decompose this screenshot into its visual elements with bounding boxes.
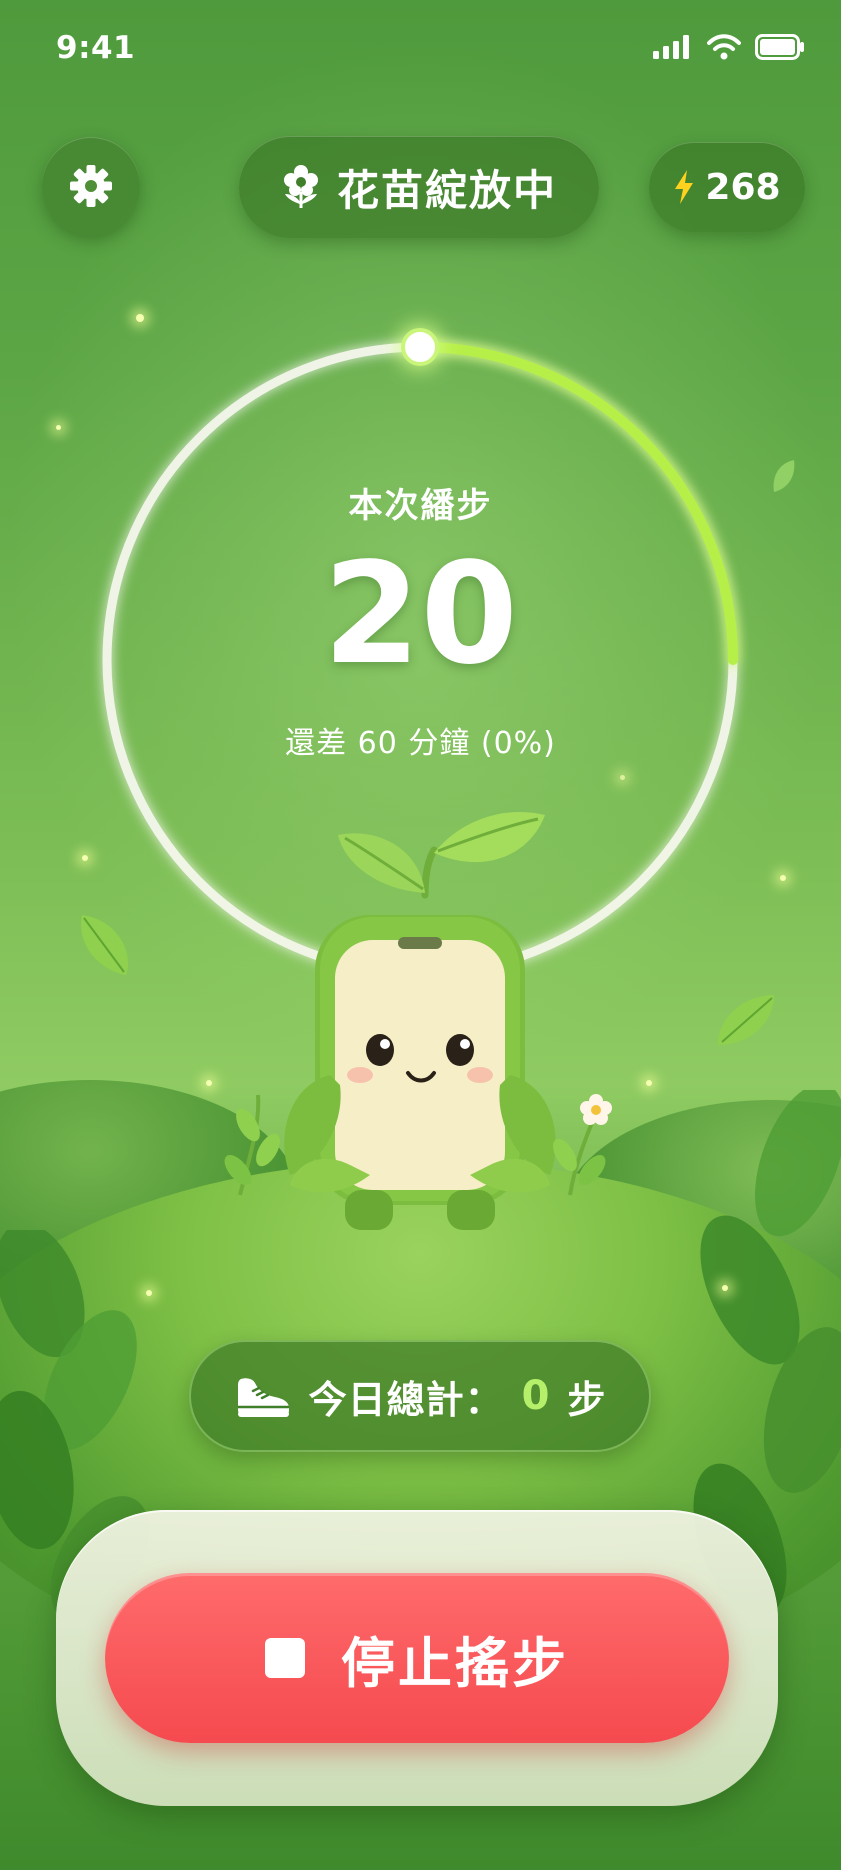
sparkle xyxy=(146,1290,152,1296)
growth-stage-badge[interactable]: 花苗綻放中 xyxy=(239,136,599,238)
signal-icon xyxy=(653,35,689,59)
growth-stage-label: 花苗綻放中 xyxy=(336,165,557,215)
sparkle xyxy=(206,1080,212,1086)
energy-badge[interactable]: 268 xyxy=(649,142,805,232)
bolt-icon xyxy=(675,170,694,204)
wifi-icon xyxy=(707,34,741,60)
today-total-unit: 步 xyxy=(567,1377,606,1422)
sparkle xyxy=(56,425,61,430)
status-time: 9:41 xyxy=(56,30,136,66)
sparkle xyxy=(82,855,88,861)
energy-value: 268 xyxy=(705,166,781,208)
sparkle xyxy=(722,1285,728,1291)
ring-knob-glow xyxy=(398,325,442,369)
small-flower-icon xyxy=(580,1094,612,1125)
stop-icon xyxy=(265,1638,305,1678)
flower-icon xyxy=(283,165,318,208)
today-total-badge: 今日總計： 0 步 xyxy=(189,1340,651,1452)
session-steps-label: 本次繙步 xyxy=(348,486,493,526)
remaining-time-text: 還差 60 分鐘 (0%) xyxy=(285,726,556,761)
gear-icon xyxy=(70,165,112,207)
battery-icon xyxy=(755,34,804,60)
session-steps-value: 20 xyxy=(323,533,518,696)
sparkle xyxy=(780,875,786,881)
sparkle xyxy=(620,775,625,780)
settings-button[interactable] xyxy=(42,137,140,235)
sprout-leaf-right xyxy=(434,811,545,863)
today-total-value: 0 xyxy=(521,1373,550,1419)
today-total-label: 今日總計： xyxy=(308,1377,504,1422)
sparkle xyxy=(646,1080,652,1086)
sparkle xyxy=(136,314,144,322)
ring-progress-knob[interactable] xyxy=(401,328,439,366)
stop-shaking-label: 停止搖步 xyxy=(341,1631,569,1695)
shoe-icon xyxy=(237,1378,289,1417)
floating-leaf-icon xyxy=(81,915,129,975)
floating-leaf-icon xyxy=(717,995,774,1045)
sprout-phone-mascot xyxy=(224,811,612,1230)
app-screen: 9:41 花苗綻放中 268 本次繙步 20 還差 60 分鐘 (0%) 今日總… xyxy=(0,0,841,1870)
status-icons xyxy=(653,34,805,60)
stop-shaking-button[interactable]: 停止搖步 xyxy=(105,1573,729,1743)
